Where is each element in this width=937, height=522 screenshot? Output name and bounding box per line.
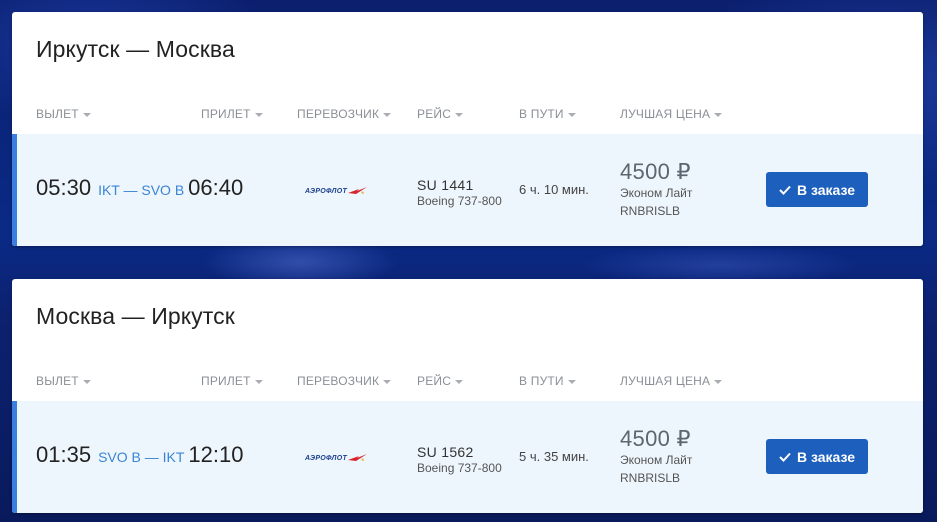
column-label: РЕЙС bbox=[417, 374, 452, 388]
sort-flight[interactable]: РЕЙС bbox=[417, 107, 464, 121]
fare-code: RNBRISLB bbox=[620, 204, 681, 218]
in-order-button[interactable]: В заказе bbox=[766, 439, 868, 474]
fare-name: Эконом Лайт bbox=[620, 186, 693, 200]
flight-number: SU 1441 bbox=[417, 177, 474, 193]
button-label: В заказе bbox=[796, 181, 856, 198]
price-block: 4500 ₽ Эконом Лайт RNBRISLB bbox=[620, 159, 692, 218]
sort-arrival[interactable]: ПРИЛЕТ bbox=[201, 374, 263, 388]
aeroflot-wing-icon bbox=[348, 454, 368, 461]
carrier-logo-text: АЭРОФЛОТ bbox=[305, 454, 348, 462]
fare-code: RNBRISLB bbox=[620, 471, 681, 485]
check-icon bbox=[779, 452, 791, 462]
caret-down-icon bbox=[383, 379, 392, 384]
column-label: ПЕРЕВОЗЧИК bbox=[297, 374, 380, 388]
flight-info: SU 1441 Boeing 737-800 bbox=[417, 177, 502, 208]
price: 4500 ₽ bbox=[620, 426, 691, 451]
arrival-time: 12:10 bbox=[188, 442, 244, 467]
caret-down-icon bbox=[455, 112, 464, 117]
aeroflot-wing-icon bbox=[348, 187, 368, 194]
flight-times: 01:35 SVO B — IKT 12:10 bbox=[36, 442, 243, 468]
aeroflot-logo: АЭРОФЛОТ bbox=[305, 452, 379, 464]
caret-down-icon bbox=[254, 379, 263, 384]
column-label: ПРИЛЕТ bbox=[201, 107, 251, 121]
route-title: Иркутск — Москва bbox=[36, 36, 235, 62]
caret-down-icon bbox=[82, 379, 91, 384]
flight-duration: 6 ч. 10 мин. bbox=[519, 182, 589, 197]
flight-row[interactable]: 05:30 IKT — SVO B 06:40 АЭРОФЛОТ SU 1441… bbox=[12, 134, 923, 246]
flight-number: SU 1562 bbox=[417, 444, 474, 460]
column-label: ЛУЧШАЯ ЦЕНА bbox=[620, 374, 711, 388]
column-label: ВЫЛЕТ bbox=[36, 107, 79, 121]
sort-flight[interactable]: РЕЙС bbox=[417, 374, 464, 388]
sort-carrier[interactable]: ПЕРЕВОЗЧИК bbox=[297, 374, 392, 388]
caret-down-icon bbox=[254, 112, 263, 117]
column-label: ПЕРЕВОЗЧИК bbox=[297, 107, 380, 121]
column-label: ЛУЧШАЯ ЦЕНА bbox=[620, 107, 711, 121]
sort-arrival[interactable]: ПРИЛЕТ bbox=[201, 107, 263, 121]
aeroflot-logo: АЭРОФЛОТ bbox=[305, 185, 379, 197]
sort-carrier[interactable]: ПЕРЕВОЗЧИК bbox=[297, 107, 392, 121]
airport-codes: SVO B — IKT bbox=[98, 449, 185, 465]
check-icon bbox=[779, 185, 791, 195]
column-label: В ПУТИ bbox=[519, 374, 564, 388]
caret-down-icon bbox=[455, 379, 464, 384]
caret-down-icon bbox=[82, 112, 91, 117]
departure-time: 05:30 bbox=[36, 175, 92, 200]
flight-row[interactable]: 01:35 SVO B — IKT 12:10 АЭРОФЛОТ SU 1562… bbox=[12, 401, 923, 513]
flight-duration: 5 ч. 35 мин. bbox=[519, 449, 589, 464]
flight-card-outbound: Иркутск — Москва ВЫЛЕТ ПРИЛЕТ ПЕРЕВОЗЧИК… bbox=[12, 12, 923, 246]
sort-duration[interactable]: В ПУТИ bbox=[519, 374, 576, 388]
sort-price[interactable]: ЛУЧШАЯ ЦЕНА bbox=[620, 107, 723, 121]
column-label: ПРИЛЕТ bbox=[201, 374, 251, 388]
sort-departure[interactable]: ВЫЛЕТ bbox=[36, 374, 91, 388]
price-block: 4500 ₽ Эконом Лайт RNBRISLB bbox=[620, 426, 692, 485]
carrier-logo-text: АЭРОФЛОТ bbox=[305, 187, 348, 195]
sort-departure[interactable]: ВЫЛЕТ bbox=[36, 107, 91, 121]
departure-time: 01:35 bbox=[36, 442, 92, 467]
in-order-button[interactable]: В заказе bbox=[766, 172, 868, 207]
sort-duration[interactable]: В ПУТИ bbox=[519, 107, 576, 121]
flight-times: 05:30 IKT — SVO B 06:40 bbox=[36, 175, 243, 201]
column-label: ВЫЛЕТ bbox=[36, 374, 79, 388]
flight-info: SU 1562 Boeing 737-800 bbox=[417, 444, 502, 475]
caret-down-icon bbox=[714, 112, 723, 117]
column-label: РЕЙС bbox=[417, 107, 452, 121]
button-label: В заказе bbox=[796, 448, 856, 465]
caret-down-icon bbox=[383, 112, 392, 117]
route-title: Москва — Иркутск bbox=[36, 303, 235, 329]
arrival-time: 06:40 bbox=[188, 175, 244, 200]
aircraft-type: Boeing 737-800 bbox=[417, 461, 502, 475]
aircraft-type: Boeing 737-800 bbox=[417, 194, 502, 208]
caret-down-icon bbox=[567, 379, 576, 384]
caret-down-icon bbox=[714, 379, 723, 384]
price: 4500 ₽ bbox=[620, 159, 691, 184]
airport-codes: IKT — SVO B bbox=[98, 182, 185, 198]
caret-down-icon bbox=[567, 112, 576, 117]
flight-card-return: Москва — Иркутск ВЫЛЕТ ПРИЛЕТ ПЕРЕВОЗЧИК… bbox=[12, 279, 923, 513]
fare-name: Эконом Лайт bbox=[620, 453, 693, 467]
column-label: В ПУТИ bbox=[519, 107, 564, 121]
sort-price[interactable]: ЛУЧШАЯ ЦЕНА bbox=[620, 374, 723, 388]
